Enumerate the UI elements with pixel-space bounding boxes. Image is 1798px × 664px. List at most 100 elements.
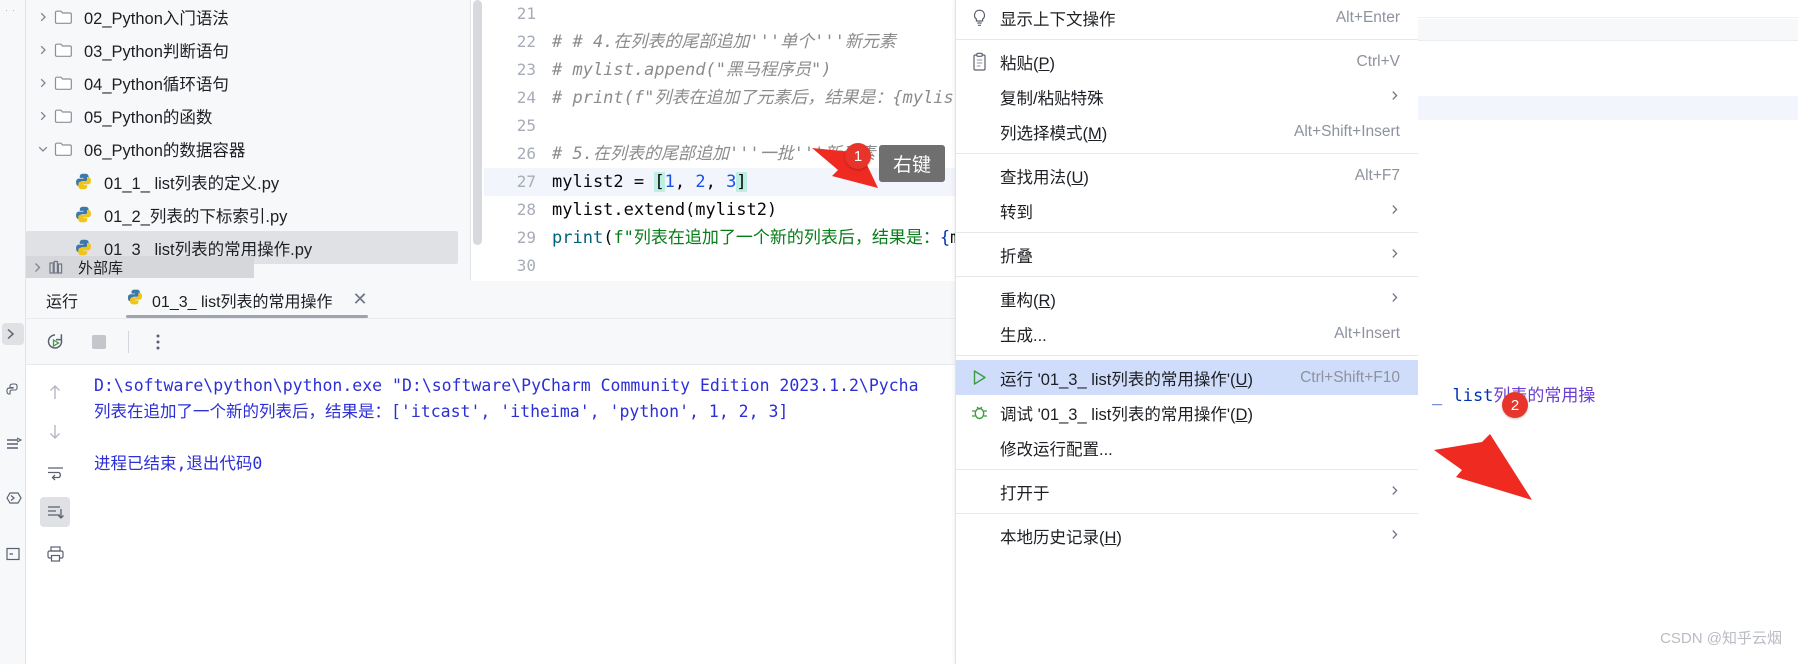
menu-separator — [956, 469, 1418, 470]
tree-item-file[interactable]: 01_2_列表的下标索引.py — [26, 198, 458, 231]
code-line[interactable]: 26 # 5.在列表的尾部追加'''一批'''新元素 — [484, 140, 955, 168]
chevron-right-icon[interactable] — [32, 77, 54, 89]
line-number: 25 — [516, 116, 536, 135]
tree-item-file[interactable]: 01_1_ list列表的定义.py — [26, 165, 458, 198]
menu-separator — [956, 513, 1418, 514]
code-line[interactable]: 21 — [484, 0, 955, 28]
editor-scrollbar[interactable] — [471, 0, 484, 281]
menu-item[interactable]: 粘贴(P) Ctrl+V — [956, 44, 1418, 79]
soft-wrap-icon[interactable] — [40, 457, 70, 487]
tree-item-folder[interactable]: 02_Python入门语法 — [26, 0, 458, 33]
run-window-title: 运行 — [46, 293, 79, 311]
sidebar-item-external-libraries[interactable]: 外部库 — [26, 256, 254, 278]
chevron-right-icon — [1389, 246, 1400, 263]
folder-icon — [54, 9, 80, 25]
code-line[interactable]: 22 # # 4.在列表的尾部追加'''单个'''新元素 — [484, 28, 955, 56]
menu-separator — [956, 276, 1418, 277]
menu-item[interactable]: 本地历史记录(H) — [956, 518, 1418, 553]
tree-item-folder[interactable]: 04_Python循环语句 — [26, 66, 458, 99]
code-line[interactable]: 23 # mylist.append("黑马程序员") — [484, 56, 955, 84]
folder-icon — [54, 141, 80, 157]
chevron-down-icon[interactable] — [32, 143, 54, 155]
tab-active-underline — [126, 314, 368, 318]
rerun-icon[interactable] — [40, 327, 70, 357]
python-file-icon — [74, 238, 100, 257]
code-line[interactable]: 24 # print(f"列表在追加了元素后，结果是：{mylis — [484, 84, 955, 112]
menu-item[interactable]: 运行 '01_3_ list列表的常用操作'(U) Ctrl+Shift+F10 — [956, 360, 1418, 395]
menu-separator — [956, 232, 1418, 233]
menu-item[interactable]: 生成... Alt+Insert — [956, 316, 1418, 351]
right-code-fragment: _ list列表的常用操 — [1432, 386, 1596, 406]
menu-item[interactable]: 列选择模式(M) Alt+Shift+Insert — [956, 114, 1418, 149]
menu-item-label: 生成... — [1000, 326, 1047, 345]
code-line[interactable]: 27 mylist2 = [1, 2, 3] — [484, 168, 955, 196]
code-line[interactable]: 28 mylist.extend(mylist2) — [484, 196, 955, 224]
menu-item[interactable]: 查找用法(U) Alt+F7 — [956, 158, 1418, 193]
debug-icon — [970, 403, 1000, 422]
code-editor[interactable]: 21 22 # # 4.在列表的尾部追加'''单个'''新元素 23 # mylist.… — [470, 0, 955, 281]
project-tree-list: 02_Python入门语法 03_Python判断语句 04_Python循环语句 0… — [26, 0, 458, 264]
scroll-up-icon[interactable] — [40, 377, 70, 407]
line-number: 23 — [516, 60, 536, 79]
tree-item-folder[interactable]: 03_Python判断语句 — [26, 33, 458, 66]
menu-item-label: 复制/粘贴特殊 — [1000, 89, 1104, 108]
menu-item-label: 粘贴(P) — [1000, 54, 1056, 73]
structure-icon[interactable] — [2, 487, 24, 509]
chevron-right-icon[interactable] — [32, 11, 54, 23]
line-number: 30 — [516, 256, 536, 275]
menu-item[interactable]: 重构(R) — [956, 281, 1418, 316]
menu-item-label: 转到 — [1000, 203, 1033, 222]
library-icon — [48, 260, 74, 275]
scroll-to-end-icon[interactable] — [40, 497, 70, 527]
external-libraries-label: 外部库 — [78, 259, 124, 277]
code-line[interactable]: 25 — [484, 112, 955, 140]
editor-scrollbar-thumb[interactable] — [473, 0, 482, 245]
menu-item-label: 折叠 — [1000, 247, 1033, 266]
editor-context-menu[interactable]: 显示上下文操作 Alt+Enter 粘贴(P) Ctrl+V 复制/粘贴特殊 列选择模式(… — [955, 0, 1418, 664]
close-icon[interactable]: ✕ — [353, 289, 368, 310]
strip-row-second — [1418, 19, 1798, 41]
services-icon[interactable] — [2, 433, 24, 455]
code-line[interactable]: 29 print(f"列表在追加了一个新的列表后，结果是：{m — [484, 224, 955, 252]
python-file-icon — [74, 172, 100, 191]
menu-item[interactable]: 修改运行配置... — [956, 430, 1418, 465]
chevron-right-icon — [1389, 88, 1400, 105]
menu-item-shortcut: Alt+Enter — [1335, 8, 1400, 26]
menu-item[interactable]: 折叠 — [956, 237, 1418, 272]
menu-item-shortcut: Alt+F7 — [1354, 166, 1400, 184]
chevron-right-icon[interactable] — [32, 110, 54, 122]
chevron-right-icon — [1389, 527, 1400, 544]
tree-item-folder[interactable]: 06_Python的数据容器 — [26, 132, 458, 165]
chevron-right-icon[interactable] — [32, 44, 54, 56]
code-text: mylist.extend(mylist2) — [552, 200, 778, 220]
python-console-icon[interactable] — [2, 379, 24, 401]
toolbar-separator — [128, 330, 129, 353]
tree-item-folder[interactable]: 05_Python的函数 — [26, 99, 458, 132]
lightbulb-icon — [970, 8, 1000, 28]
code-line[interactable]: 30 — [484, 252, 955, 280]
menu-item-label: 查找用法(U) — [1000, 168, 1089, 187]
chevron-right-icon — [1389, 483, 1400, 500]
menu-item[interactable]: 显示上下文操作 Alt+Enter — [956, 0, 1418, 35]
menu-item[interactable]: 转到 — [956, 193, 1418, 228]
line-number: 24 — [516, 88, 536, 107]
folder-icon — [54, 42, 80, 58]
line-number: 29 — [516, 228, 536, 247]
tab-run-config[interactable]: 01_3_ list列表的常用操作 ✕ — [126, 281, 368, 319]
menu-item-label: 本地历史记录(H) — [1000, 528, 1122, 547]
scroll-down-icon[interactable] — [40, 417, 70, 447]
more-options-icon[interactable] — [143, 327, 173, 357]
code-text: # 5.在列表的尾部追加'''一批'''新元素 — [552, 144, 876, 164]
line-number: 21 — [516, 4, 536, 23]
menu-item-label: 列选择模式(M) — [1000, 124, 1108, 143]
problems-icon[interactable] — [2, 543, 24, 565]
menu-item[interactable]: 打开于 — [956, 474, 1418, 509]
menu-separator — [956, 153, 1418, 154]
stop-icon[interactable] — [84, 327, 114, 357]
print-icon[interactable] — [40, 539, 70, 569]
menu-item[interactable]: 调试 '01_3_ list列表的常用操作'(D) — [956, 395, 1418, 430]
terminal-icon[interactable] — [2, 323, 24, 345]
code-lines-container[interactable]: 21 22 # # 4.在列表的尾部追加'''单个'''新元素 23 # mylist.… — [484, 0, 955, 281]
menu-item[interactable]: 复制/粘贴特殊 — [956, 79, 1418, 114]
line-number: 26 — [516, 144, 536, 163]
